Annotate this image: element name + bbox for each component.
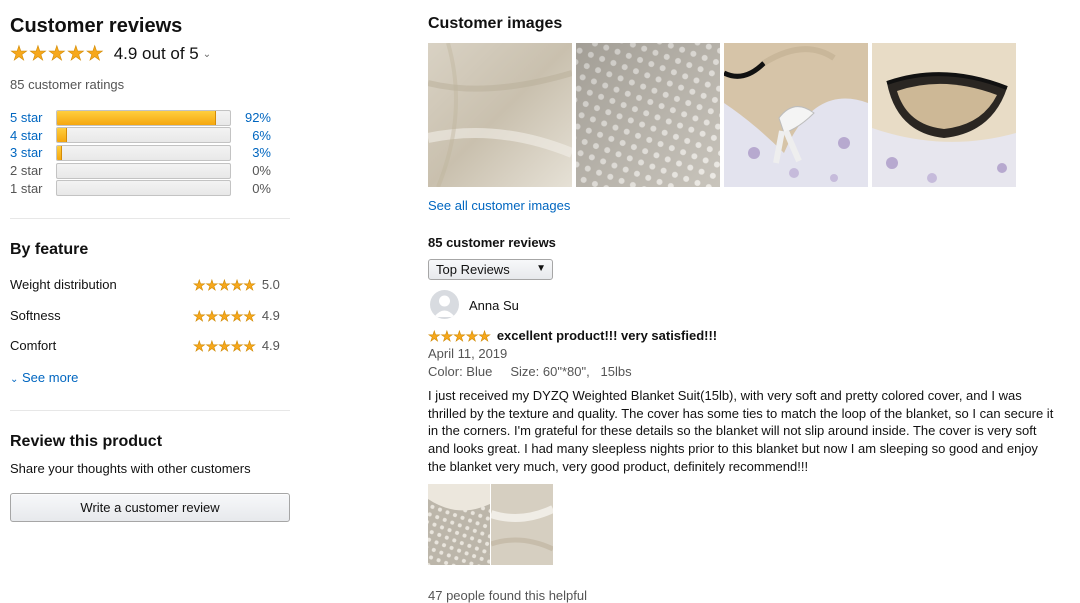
star-icon: ★: [66, 43, 86, 65]
histogram-star-label[interactable]: 3 star: [10, 145, 56, 160]
histogram-row: 1 star 0%: [10, 179, 290, 197]
star-icon: ★: [243, 276, 256, 293]
review-thumb-fur[interactable]: [491, 484, 553, 565]
feature-name: Weight distribution: [10, 277, 117, 292]
star-icon: ★: [218, 337, 231, 354]
histogram-bar-fill: [57, 110, 217, 125]
avatar: [430, 290, 459, 319]
star-icon: ★: [205, 276, 219, 293]
chevron-down-icon: ▼: [536, 263, 546, 274]
star-icon: ★: [218, 307, 231, 324]
see-more-link[interactable]: ⌄ See more: [10, 370, 78, 385]
review-date: April 11, 2019: [428, 346, 508, 361]
customer-image-ties[interactable]: [724, 43, 868, 187]
sort-reviews-select[interactable]: Top Reviews ▼: [428, 259, 553, 280]
star-icon: ★: [230, 307, 244, 324]
review-image-thumbs: [428, 484, 553, 565]
total-ratings: 85 customer ratings: [10, 77, 125, 92]
histogram-bar[interactable]: [56, 144, 231, 161]
star-icon: ★: [230, 276, 244, 293]
review-title[interactable]: excellent product!!! very satisfied!!!: [497, 328, 717, 343]
histogram-star-label: 2 star: [10, 163, 43, 179]
rating-histogram: 5 star 92% 4 star 6% 3 star 3% 2 star 0% 1 star 0…: [10, 109, 290, 197]
histogram-percent: 0%: [252, 163, 271, 179]
divider: [10, 410, 290, 411]
feature-stars: ★ ★ ★ ★ ★: [193, 276, 256, 293]
histogram-bar[interactable]: [56, 109, 231, 126]
customer-images-title: Customer images: [428, 15, 563, 32]
feature-name: Comfort: [10, 338, 57, 353]
star-icon: ★: [28, 43, 48, 65]
customer-image-zipper[interactable]: [872, 43, 1016, 187]
histogram-star-label[interactable]: 5 star: [10, 110, 56, 125]
by-feature-title: By feature: [10, 241, 89, 258]
histogram-bar-fill: [57, 128, 68, 143]
star-icon: ★: [478, 327, 491, 344]
feature-row: Weight distribution ★ ★ ★ ★ ★ 5.0: [10, 277, 290, 292]
feature-stars: ★ ★ ★ ★ ★: [193, 337, 256, 354]
average-stars: ★ ★ ★ ★ ★: [10, 43, 104, 65]
feature-name: Softness: [10, 308, 61, 323]
histogram-bar-fill: [57, 145, 63, 160]
sort-selected-value: Top Reviews: [436, 262, 510, 277]
review-body: I just received my DYZQ Weighted Blanket…: [428, 388, 1054, 474]
feature-rating: 4.9: [261, 308, 280, 323]
histogram-star-label: 1 star: [10, 180, 43, 196]
share-thoughts-text: Share your thoughts with other customers: [10, 461, 251, 476]
customer-image-dots[interactable]: [576, 43, 720, 187]
write-review-button[interactable]: Write a customer review: [10, 493, 290, 522]
star-icon: ★: [10, 43, 29, 65]
histogram-row[interactable]: 4 star 6%: [10, 127, 290, 145]
star-icon: ★: [218, 276, 231, 293]
review-variant[interactable]: Color: Blue Size: 60"*80", 15lbs: [428, 364, 632, 379]
rating-text: 4.9 out of 5: [113, 44, 199, 63]
customer-image-fur[interactable]: [428, 43, 572, 187]
review-count: 85 customer reviews: [428, 235, 556, 250]
review-author[interactable]: Anna Su: [469, 298, 519, 313]
histogram-bar: [56, 180, 231, 197]
star-icon: ★: [243, 337, 256, 354]
histogram-row[interactable]: 3 star 3%: [10, 144, 290, 162]
star-icon: ★: [243, 307, 256, 324]
histogram-percent[interactable]: 6%: [231, 128, 271, 143]
histogram-star-label[interactable]: 4 star: [10, 128, 56, 143]
helpful-count: 47 people found this helpful: [428, 588, 588, 603]
review-thumb-dots[interactable]: [428, 484, 490, 565]
review-header: ★ ★ ★ ★ ★ excellent product!!! very sati…: [428, 328, 717, 343]
histogram-percent: 0%: [252, 180, 271, 196]
histogram-percent[interactable]: 92%: [231, 110, 271, 125]
feature-row: Softness ★ ★ ★ ★ ★ 4.9: [10, 308, 290, 323]
histogram-row: 2 star 0%: [10, 162, 290, 180]
star-icon: ★: [193, 307, 206, 324]
chevron-down-icon: ⌄: [10, 374, 19, 385]
feature-rating: 4.9: [261, 338, 280, 353]
star-icon: ★: [85, 43, 104, 65]
divider: [10, 218, 290, 219]
see-more-label: See more: [22, 370, 79, 385]
see-all-images-link[interactable]: See all customer images: [428, 198, 570, 213]
feature-rating: 5.0: [261, 277, 280, 292]
histogram-bar[interactable]: [56, 127, 231, 144]
star-icon: ★: [230, 337, 244, 354]
chevron-down-icon[interactable]: ⌄: [203, 49, 211, 60]
star-icon: ★: [193, 276, 206, 293]
histogram-bar: [56, 162, 231, 179]
star-icon: ★: [428, 327, 441, 344]
star-icon: ★: [205, 337, 219, 354]
customer-reviews-title: Customer reviews: [10, 15, 183, 37]
star-icon: ★: [193, 337, 206, 354]
star-icon: ★: [47, 43, 67, 65]
review-this-product-title: Review this product: [10, 433, 163, 450]
histogram-percent[interactable]: 3%: [231, 145, 271, 160]
feature-row: Comfort ★ ★ ★ ★ ★ 4.9: [10, 338, 290, 353]
customer-images-row: [428, 43, 1016, 187]
star-icon: ★: [440, 327, 454, 344]
feature-stars: ★ ★ ★ ★ ★: [193, 307, 256, 324]
star-icon: ★: [465, 327, 479, 344]
average-rating[interactable]: ★ ★ ★ ★ ★ 4.9 out of 5 ⌄: [10, 43, 211, 65]
star-icon: ★: [453, 327, 466, 344]
star-icon: ★: [205, 307, 219, 324]
histogram-row[interactable]: 5 star 92%: [10, 109, 290, 127]
